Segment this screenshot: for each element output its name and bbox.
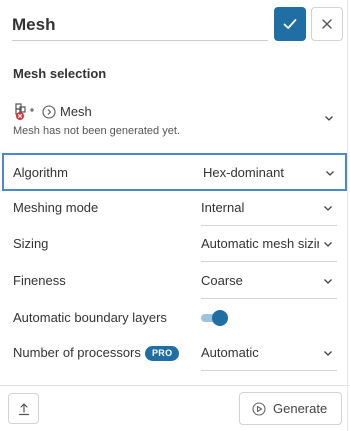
footer-divider bbox=[0, 385, 350, 386]
processors-label: Number of processors bbox=[13, 345, 141, 360]
chevron-circle-right-icon bbox=[42, 105, 56, 119]
generate-button[interactable]: Generate bbox=[239, 392, 342, 425]
boundary-layers-label: Automatic boundary layers bbox=[13, 310, 167, 325]
chevron-down-icon bbox=[324, 206, 332, 211]
processors-value: Automatic bbox=[201, 345, 259, 360]
meshing-mode-select[interactable]: Internal bbox=[201, 190, 337, 226]
fineness-row: Fineness Coarse bbox=[0, 263, 350, 299]
panel-edge bbox=[347, 0, 348, 431]
fineness-select[interactable]: Coarse bbox=[201, 263, 337, 299]
meshing-mode-row: Meshing mode Internal bbox=[0, 190, 350, 226]
check-icon bbox=[283, 19, 297, 29]
chevron-down-icon bbox=[324, 279, 332, 284]
algorithm-label: Algorithm bbox=[13, 165, 68, 180]
toggle-knob bbox=[212, 310, 228, 326]
play-icon bbox=[252, 402, 266, 416]
upload-icon bbox=[18, 402, 29, 415]
chevron-down-icon bbox=[324, 242, 332, 247]
sizing-select[interactable]: Automatic mesh sizing bbox=[201, 226, 337, 262]
boundary-layers-row: Automatic boundary layers bbox=[0, 300, 350, 336]
close-button[interactable] bbox=[311, 7, 343, 41]
processors-row: Number of processors PRO Automatic bbox=[0, 335, 350, 371]
chevron-down-icon[interactable] bbox=[323, 112, 335, 124]
mesh-selection-heading: Mesh selection bbox=[13, 66, 107, 81]
boundary-layers-toggle[interactable] bbox=[201, 310, 228, 326]
mesh-selector[interactable]: Mesh Mesh has not been generated yet. bbox=[13, 102, 343, 142]
chevron-down-icon bbox=[326, 171, 334, 176]
sizing-value: Automatic mesh sizing bbox=[201, 236, 319, 251]
generate-label: Generate bbox=[273, 401, 328, 416]
fineness-label: Fineness bbox=[13, 273, 66, 288]
processors-select[interactable]: Automatic bbox=[201, 335, 337, 371]
close-icon bbox=[322, 19, 332, 29]
mesh-panel: Mesh Mesh selection Mesh Mesh has not be bbox=[0, 0, 350, 431]
algorithm-value: Hex-dominant bbox=[203, 165, 284, 180]
sizing-label: Sizing bbox=[13, 236, 49, 251]
meshing-mode-value: Internal bbox=[201, 200, 245, 215]
fineness-value: Coarse bbox=[201, 273, 243, 288]
mesh-status-note: Mesh has not been generated yet. bbox=[13, 125, 180, 137]
meshing-mode-label: Meshing mode bbox=[13, 200, 99, 215]
algorithm-select[interactable]: Hex-dominant bbox=[203, 155, 339, 191]
confirm-button[interactable] bbox=[274, 7, 306, 41]
sizing-row: Sizing Automatic mesh sizing bbox=[0, 226, 350, 262]
algorithm-row: Algorithm Hex-dominant bbox=[2, 153, 347, 191]
mesh-name: Mesh bbox=[60, 104, 92, 119]
panel-header: Mesh bbox=[0, 0, 350, 52]
pro-badge: PRO bbox=[145, 346, 180, 361]
mesh-title-input[interactable]: Mesh bbox=[12, 8, 268, 41]
chevron-down-icon bbox=[324, 351, 332, 356]
upload-button[interactable] bbox=[8, 393, 39, 424]
mesh-warning-icon bbox=[15, 103, 34, 120]
